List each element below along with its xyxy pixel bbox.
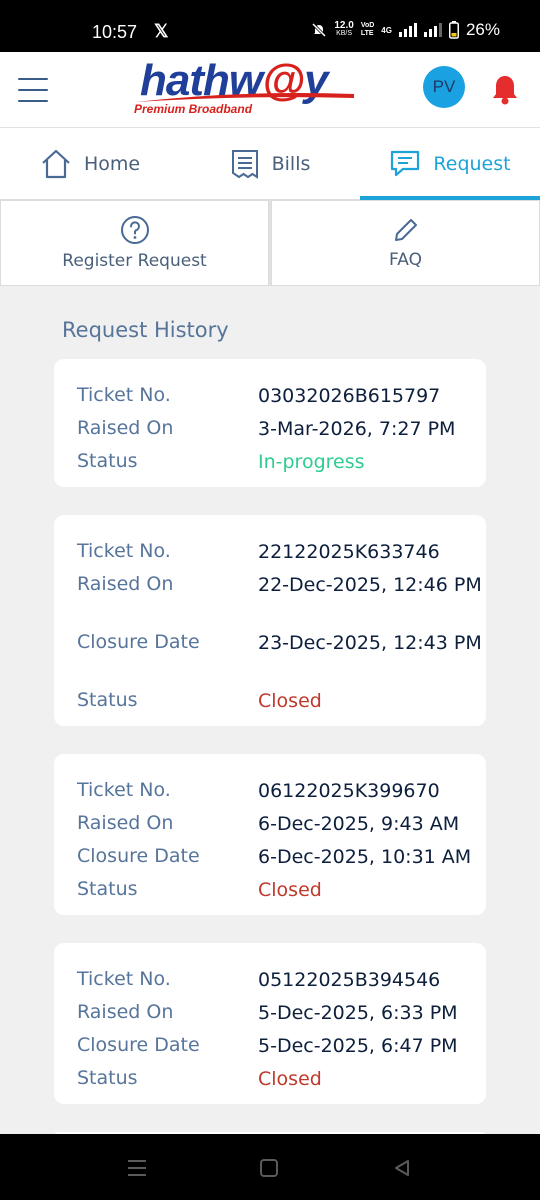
raised-date: 3-Mar-2026, 7:27 PM [258,418,456,440]
app-header: hathw@y Premium Broadband PV [0,52,540,128]
register-request-label: Register Request [62,251,207,271]
request-card[interactable]: Ticket No. 05122025B394546 Raised On 5-D… [54,943,486,1104]
request-card[interactable]: Ticket No. 22122025K633746 Raised On 22-… [54,515,486,726]
raised-date: 5-Dec-2025, 6:33 PM [258,1002,458,1024]
tab-label: Bills [271,152,311,175]
tab-home[interactable]: Home [0,128,180,199]
request-card[interactable]: Ticket No. 06122025K399670 Raised On 6-D… [54,754,486,915]
closure-label: Closure Date [77,1034,200,1056]
ticket-number: 05122025B394546 [258,969,441,991]
x-logo-icon: 𝕏 [154,21,169,41]
ticket-number: 03032026B615797 [258,385,441,407]
tab-label: Home [83,152,141,175]
net-speed: 12.0 KB/S [334,20,354,38]
ticket-number: 06122025K399670 [258,780,440,802]
status-icons: 12.0 KB/S VoD LTE 4G 26% [311,20,500,40]
ticket-label: Ticket No. [77,779,171,801]
closure-label: Closure Date [77,631,200,653]
battery-percent: 26% [465,20,500,39]
home-icon [42,149,70,178]
tab-bills[interactable]: Bills [180,128,360,199]
system-nav-bar [0,1134,540,1200]
status-label: Status [77,878,138,900]
main-tabs: Home Bills Request [0,128,540,200]
brand-logo: hathw@y Premium Broadband [134,56,358,120]
status-badge: Closed [258,1068,322,1090]
request-card[interactable]: Ticket No. 03032026B615797 Raised On 3-M… [54,359,486,487]
status-badge: In-progress [258,451,365,473]
ticket-number: 22122025K633746 [258,541,440,563]
chat-icon [391,150,420,176]
volte-indicator: VoD LTE [360,22,375,37]
pencil-icon [394,219,417,241]
section-title: Request History [62,318,229,342]
back-triangle-icon[interactable] [392,1158,412,1178]
avatar[interactable]: PV [423,66,465,108]
home-square-icon[interactable] [259,1158,279,1178]
closure-date: 6-Dec-2025, 10:31 AM [258,846,472,868]
clock: 10:57 [92,22,138,42]
request-actions: Register Request FAQ [0,200,540,286]
signal-icon [398,23,417,37]
ticket-label: Ticket No. [77,540,171,562]
question-circle-icon [120,216,149,244]
battery-icon [448,21,459,39]
signal-icon-2 [423,23,442,37]
tab-request[interactable]: Request [360,128,540,200]
raised-date: 6-Dec-2025, 9:43 AM [258,813,460,835]
raised-label: Raised On [77,1001,174,1023]
ticket-label: Ticket No. [77,968,171,990]
status-label: Status [77,450,138,472]
bell-icon[interactable] [488,72,522,106]
register-request-button[interactable]: Register Request [0,200,269,286]
status-label: Status [77,1067,138,1089]
faq-button[interactable]: FAQ [271,200,540,286]
closure-date: 23-Dec-2025, 12:43 PM [258,632,482,654]
mute-bell-icon [312,22,327,38]
raised-date: 22-Dec-2025, 12:46 PM [258,574,482,596]
receipt-icon [231,149,258,179]
status-badge: Closed [258,879,322,901]
menu-icon[interactable] [126,1158,148,1178]
raised-label: Raised On [77,573,174,595]
faq-label: FAQ [389,250,422,270]
tab-label: Request [433,152,511,175]
status-label: Status [77,689,138,711]
ticket-label: Ticket No. [77,384,171,406]
menu-icon[interactable] [18,78,48,102]
status-badge: Closed [258,690,322,712]
network-type: 4G [381,25,392,35]
closure-label: Closure Date [77,845,200,867]
status-bar: 10:57 𝕏 12.0 KB/S VoD LTE 4G 26% [0,0,540,52]
closure-date: 5-Dec-2025, 6:47 PM [258,1035,458,1057]
raised-label: Raised On [77,417,174,439]
raised-label: Raised On [77,812,174,834]
